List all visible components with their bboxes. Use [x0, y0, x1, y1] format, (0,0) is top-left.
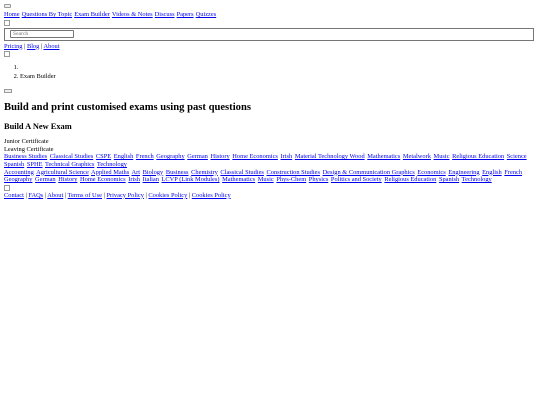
junior-subject-business-studies[interactable]: Business Studies	[4, 153, 47, 160]
page: Home Questions By Topic Exam Builder Videos…	[0, 0, 540, 199]
search-input[interactable]	[10, 29, 74, 38]
junior-subject-technology[interactable]: Technology	[97, 161, 127, 168]
nav-discuss[interactable]: Discuss	[155, 11, 175, 18]
junior-subject-music[interactable]: Music	[434, 153, 450, 160]
leaving-subject-spanish[interactable]: Spanish	[439, 176, 459, 183]
junior-subject-history[interactable]: History	[210, 153, 229, 160]
junior-subject-classical-studies[interactable]: Classical Studies	[50, 153, 94, 160]
leaving-subject-irish[interactable]: Irish	[128, 176, 140, 183]
footer-link-terms-of-use[interactable]: Terms of Use	[68, 192, 102, 199]
leaving-subject-chemistry[interactable]: Chemistry	[191, 169, 218, 176]
leaving-subject-home-economics[interactable]: Home Economics	[80, 176, 126, 183]
leaving-subject-business[interactable]: Business	[166, 169, 189, 176]
junior-subject-metalwork[interactable]: Metalwork	[403, 153, 431, 160]
junior-subject-english[interactable]: English	[114, 153, 134, 160]
leaving-subject-religious-education[interactable]: Religious Education	[384, 176, 436, 183]
section-title: Build A New Exam	[4, 122, 72, 132]
link-about[interactable]: About	[44, 43, 60, 50]
junior-subject-spanish[interactable]: Spanish	[4, 161, 24, 168]
nav-quizzes[interactable]: Quizzes	[196, 11, 217, 18]
logo-image[interactable]	[4, 19, 10, 26]
leaving-subject-classical-studies[interactable]: Classical Studies	[220, 169, 264, 176]
nav-questions-by-topic[interactable]: Questions By Topic	[22, 11, 73, 18]
junior-subject-science[interactable]: Science	[507, 153, 527, 160]
leaving-subject-lcvp-link-modules[interactable]: LCVP (Link Modules)	[162, 176, 220, 183]
footer-link-cookies-policy[interactable]: Cookies Policy	[148, 192, 187, 199]
footer-link-cookies-policy[interactable]: Cookies Policy	[192, 192, 231, 199]
footer-link-about[interactable]: About	[47, 192, 63, 199]
certificate-selector: Junior Certificate Leaving Certificate	[4, 138, 536, 153]
leaving-subject-accounting[interactable]: Accounting	[4, 169, 34, 176]
leaving-subject-politics-and-society[interactable]: Politics and Society	[331, 176, 382, 183]
toggle-button[interactable]	[4, 89, 12, 94]
certificate-leaving[interactable]: Leaving Certificate	[4, 146, 536, 154]
leaving-subject-italian[interactable]: Italian	[143, 176, 159, 183]
junior-subject-list: Business Studies Classical Studies CSPE …	[4, 153, 536, 168]
footer-link-contact[interactable]: Contact	[4, 192, 24, 199]
leaving-subject-physics[interactable]: Physics	[309, 176, 329, 183]
main-nav: Home Questions By Topic Exam Builder Videos…	[4, 11, 536, 19]
leaving-subject-history[interactable]: History	[58, 176, 77, 183]
leaving-subject-french[interactable]: French	[504, 169, 522, 176]
junior-subject-religious-education[interactable]: Religious Education	[452, 153, 504, 160]
breadcrumb: Exam Builder	[4, 64, 536, 82]
secondary-links: Pricing | Blog | About	[4, 43, 536, 51]
leaving-subject-applied-maths[interactable]: Applied Maths	[91, 169, 129, 176]
leaving-subject-mathematics[interactable]: Mathematics	[222, 176, 255, 183]
footer-links: Contact | FAQs | About | Terms of Use | …	[4, 192, 536, 200]
footer-link-faqs[interactable]: FAQs	[28, 192, 43, 199]
junior-subject-french[interactable]: French	[136, 153, 154, 160]
junior-subject-material-technology-wood[interactable]: Material Technology Wood	[295, 153, 365, 160]
leaving-subject-geography[interactable]: Geography	[4, 176, 32, 183]
search-form	[4, 27, 534, 41]
leaving-subject-agricultural-science[interactable]: Agricultural Science	[36, 169, 89, 176]
leaving-subject-design-communication-graphics[interactable]: Design & Communication Graphics	[323, 169, 415, 176]
leaving-subject-technology[interactable]: Technology	[462, 176, 492, 183]
junior-subject-mathematics[interactable]: Mathematics	[367, 153, 400, 160]
link-pricing[interactable]: Pricing	[4, 43, 22, 50]
junior-subject-geography[interactable]: Geography	[156, 153, 184, 160]
leaving-subject-engineering[interactable]: Engineering	[448, 169, 479, 176]
leaving-subject-music[interactable]: Music	[258, 176, 274, 183]
link-blog[interactable]: Blog	[27, 43, 39, 50]
certificate-junior[interactable]: Junior Certificate	[4, 138, 536, 146]
breadcrumb-item-exam-builder: Exam Builder	[20, 73, 536, 82]
banner-image	[4, 51, 10, 58]
footer-link-privacy-policy[interactable]: Privacy Policy	[106, 192, 143, 199]
leaving-subject-english[interactable]: English	[482, 169, 502, 176]
junior-subject-technical-graphics[interactable]: Technical Graphics	[45, 161, 94, 168]
leaving-subject-german[interactable]: German	[35, 176, 56, 183]
nav-exam-builder[interactable]: Exam Builder	[74, 11, 110, 18]
nav-home[interactable]: Home	[4, 11, 20, 18]
leaving-subject-phys-chem[interactable]: Phys-Chem	[276, 176, 306, 183]
nav-videos-notes[interactable]: Videos & Notes	[112, 11, 153, 18]
leaving-subject-construction-studies[interactable]: Construction Studies	[267, 169, 320, 176]
junior-subject-german[interactable]: German	[187, 153, 208, 160]
page-title: Build and print customised exams using p…	[4, 102, 251, 114]
junior-subject-home-economics[interactable]: Home Economics	[232, 153, 278, 160]
nav-papers[interactable]: Papers	[177, 11, 194, 18]
leaving-subject-biology[interactable]: Biology	[143, 169, 164, 176]
leaving-subject-list: Accounting Agricultural Science Applied …	[4, 169, 536, 184]
junior-subject-cspe[interactable]: CSPE	[96, 153, 111, 160]
leaving-subject-art[interactable]: Art	[131, 169, 140, 176]
junior-subject-irish[interactable]: Irish	[281, 153, 293, 160]
menu-toggle-button[interactable]	[4, 4, 11, 8]
junior-subject-sphe[interactable]: SPHE	[27, 161, 43, 168]
breadcrumb-item-home[interactable]	[20, 64, 536, 73]
leaving-subject-economics[interactable]: Economics	[417, 169, 445, 176]
footer-image	[4, 184, 10, 191]
